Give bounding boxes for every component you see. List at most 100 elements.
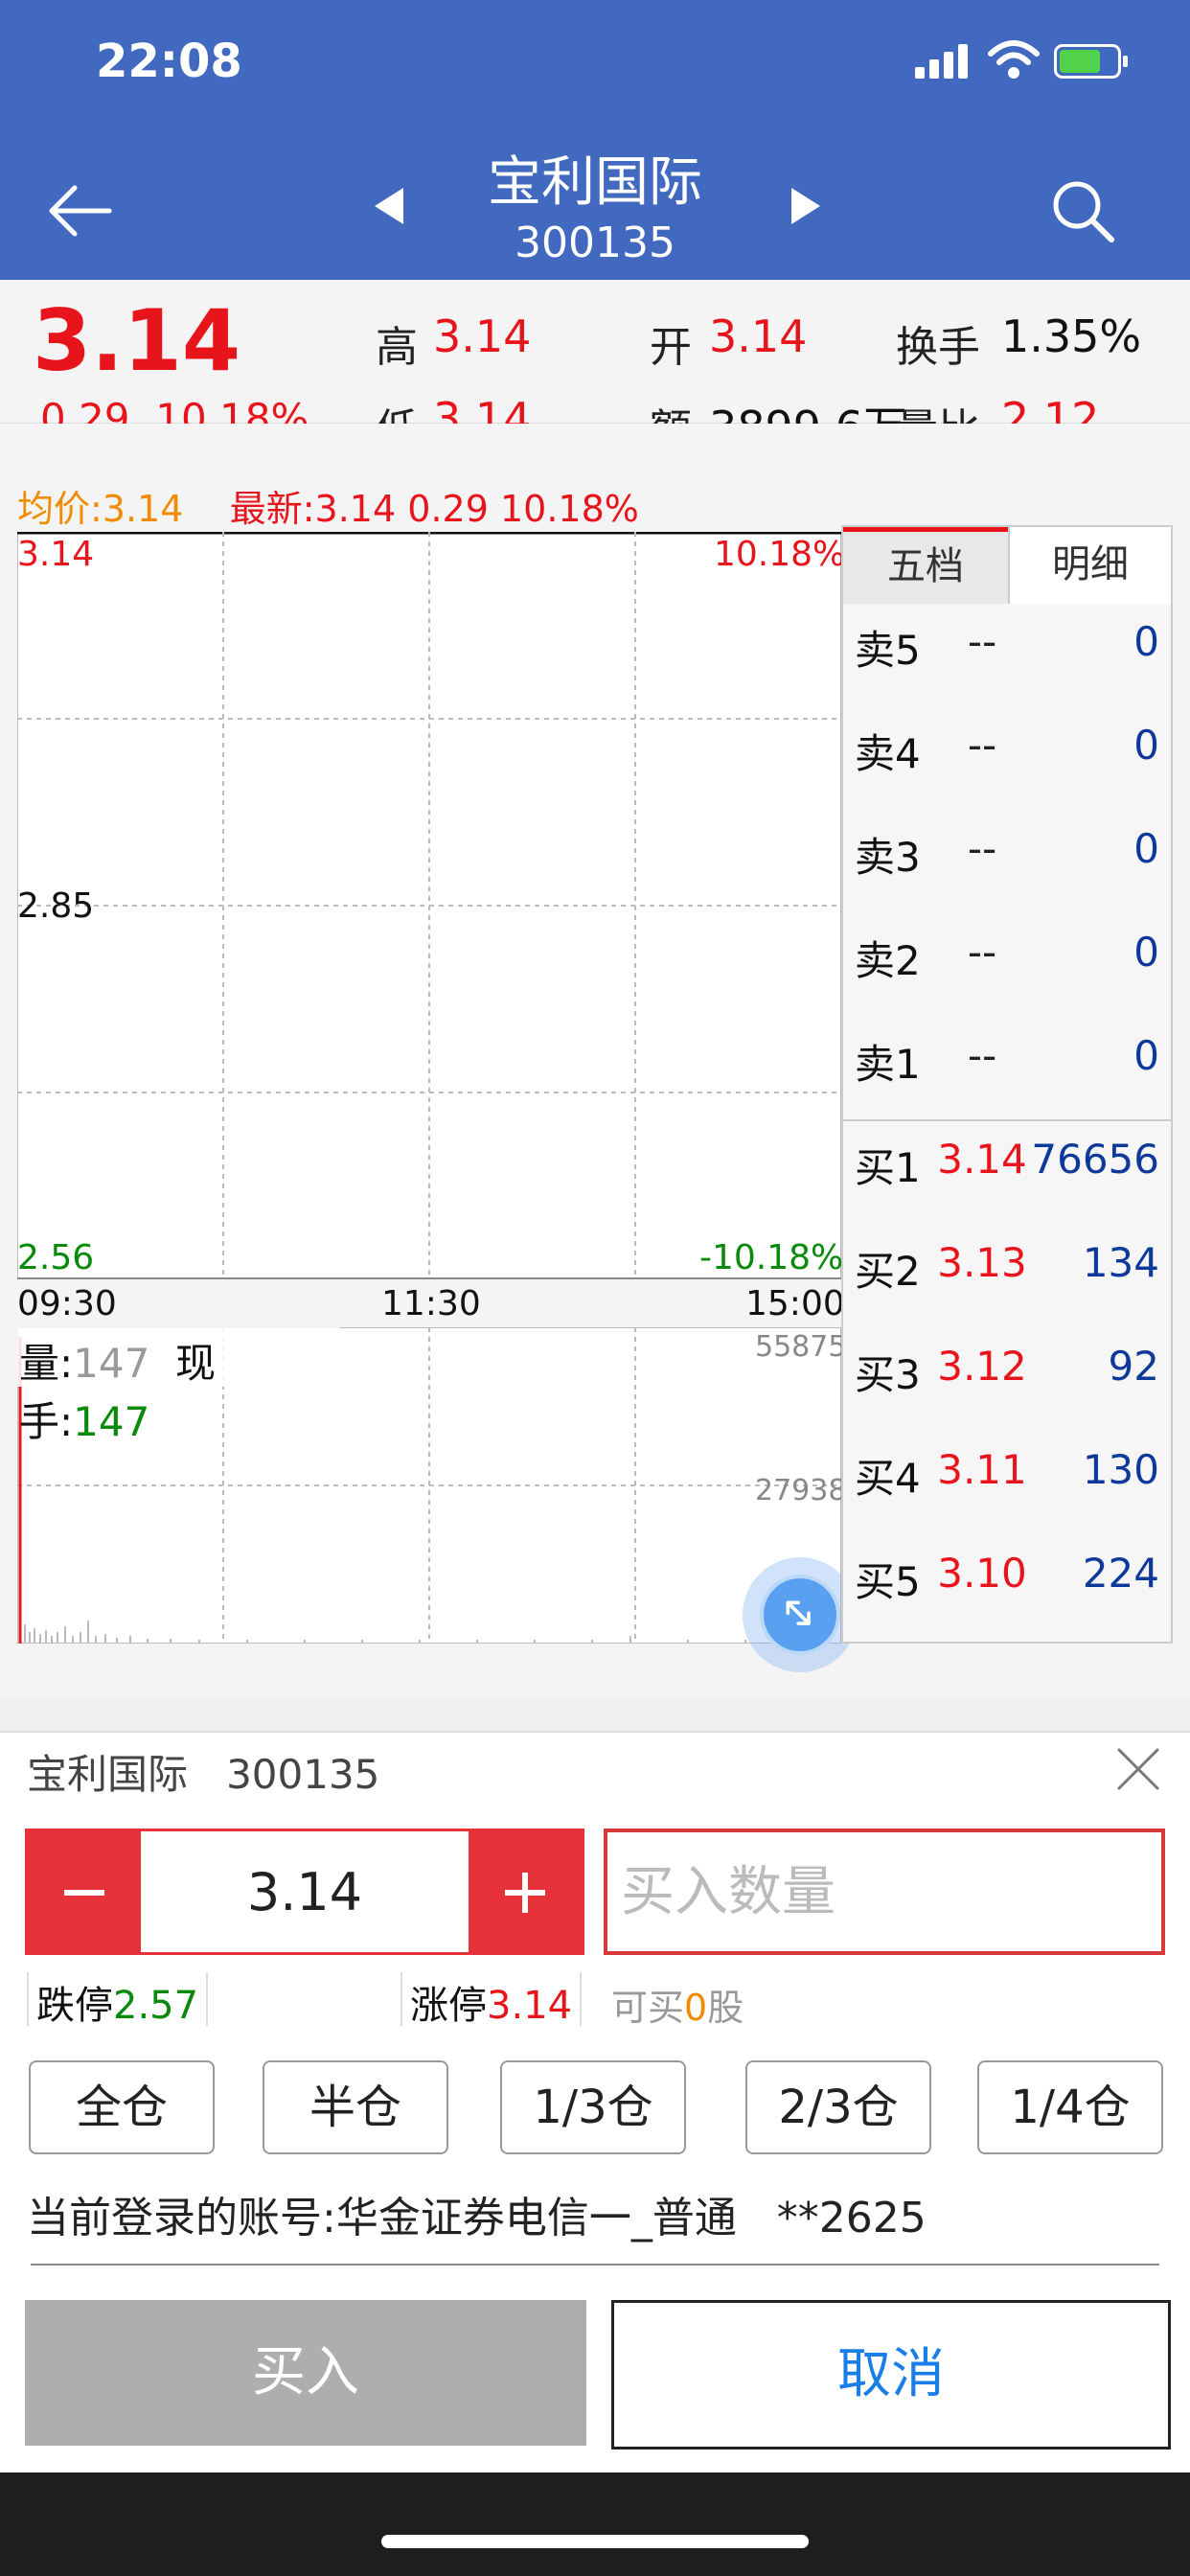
nav-header: 22:08 宝利国际 300135 (0, 0, 1190, 280)
decrease-price-button[interactable] (28, 1831, 141, 1952)
next-stock-icon[interactable] (788, 182, 826, 230)
vol-label: 量: (19, 1340, 74, 1387)
position-third-button[interactable]: 1/3仓 (500, 2060, 686, 2154)
bid-volume: 224 (1082, 1550, 1159, 1597)
tab-five-level[interactable]: 五档 (843, 527, 1008, 604)
bid-price: 3.13 (937, 1239, 1027, 1286)
time-end: 15:00 (745, 1284, 845, 1323)
price-input[interactable] (141, 1831, 469, 1952)
increase-price-button[interactable] (469, 1831, 582, 1952)
position-full-button[interactable]: 全仓 (29, 2060, 215, 2154)
bid-label: 买5 (855, 1558, 921, 1605)
vol-value: 147 (73, 1340, 150, 1387)
pct-axis-top: 10.18% (714, 535, 846, 574)
bid-price: 3.10 (937, 1550, 1027, 1597)
bid-price: 3.11 (937, 1446, 1027, 1493)
ask-row: 卖4 -- 0 (843, 722, 1171, 779)
open-value: 3.14 (709, 310, 808, 362)
account-number: **2625 (776, 2194, 927, 2242)
current-price: 3.14 (33, 291, 241, 390)
chart-info-line: 均价:3.14 最新:3.14 0.29 10.18% (17, 479, 639, 532)
bid-label: 买4 (855, 1455, 921, 1502)
y-axis-bottom: 2.56 (17, 1238, 95, 1277)
ask-row: 卖3 -- 0 (843, 825, 1171, 883)
bid-row: 买2 3.13 134 (843, 1239, 1171, 1297)
ask-price: -- (967, 1032, 997, 1079)
cancel-button[interactable]: 取消 (611, 2300, 1171, 2450)
can-buy-suffix: 股 (707, 1987, 744, 2029)
turnover-value: 1.35% (1001, 310, 1142, 362)
trade-stock-code: 300135 (226, 1751, 380, 1798)
bid-row: 买1 3.14 76656 (843, 1136, 1171, 1193)
bid-label: 买2 (855, 1248, 921, 1295)
avg-price: 均价:3.14 (17, 488, 184, 530)
time-mid: 11:30 (381, 1284, 481, 1323)
quantity-input[interactable] (604, 1828, 1165, 1955)
expand-chart-button[interactable] (743, 1557, 858, 1672)
limit-down-label: 跌停 (36, 1984, 113, 2028)
ask-volume: 0 (1133, 825, 1159, 872)
can-buy-info: 可买0股 (611, 1978, 744, 2031)
divider (31, 2264, 1159, 2266)
ask-price: -- (967, 722, 997, 769)
latest-change: 0.29 (407, 488, 489, 530)
buy-button[interactable]: 买入 (25, 2300, 586, 2446)
cell-signal-icon (915, 44, 971, 79)
expand-icon (786, 1600, 811, 1625)
trade-stock-title: 宝利国际 300135 (27, 1742, 379, 1801)
bid-row: 买3 3.12 92 (843, 1343, 1171, 1400)
ask-label: 卖3 (855, 834, 921, 881)
turnover-label: 换手 (896, 323, 980, 372)
vol-axis-mid: 27938 (755, 1474, 847, 1507)
book-divider (843, 1119, 1171, 1121)
bid-row: 买4 3.11 130 (843, 1446, 1171, 1504)
limit-down-value: 2.57 (113, 1984, 199, 2028)
home-indicator[interactable] (381, 2535, 809, 2548)
ask-price: -- (967, 618, 997, 665)
intraday-price-chart[interactable] (17, 532, 841, 1279)
close-icon[interactable] (1111, 1742, 1165, 1796)
bid-row: 买5 3.10 224 (843, 1550, 1171, 1607)
ask-row: 卖1 -- 0 (843, 1032, 1171, 1090)
position-half-button[interactable]: 半仓 (263, 2060, 448, 2154)
account-info: 当前登录的账号:华金证券电信一_普通 **2625 (27, 2183, 927, 2244)
bid-volume: 130 (1082, 1446, 1159, 1493)
limit-down-chip: 跌停2.57 (27, 1972, 209, 2028)
high-value: 3.14 (433, 310, 532, 362)
high-label: 高 (376, 323, 418, 372)
bid-label: 买1 (855, 1144, 921, 1191)
pct-axis-bottom: -10.18% (699, 1238, 844, 1277)
limit-up-label: 涨停 (410, 1984, 487, 2028)
latest-price: 最新:3.14 (229, 488, 397, 530)
bid-label: 买3 (855, 1351, 921, 1398)
bid-volume: 92 (1108, 1343, 1159, 1390)
bid-volume: 76656 (1031, 1136, 1159, 1183)
can-buy-prefix: 可买 (611, 1987, 685, 2029)
hand-value: 147 (73, 1398, 150, 1445)
search-icon[interactable] (1044, 172, 1121, 249)
stock-name-title: 宝利国际 (488, 151, 702, 214)
trade-stock-name: 宝利国际 (27, 1751, 189, 1798)
bid-price: 3.12 (937, 1343, 1027, 1390)
ask-label: 卖5 (855, 627, 921, 674)
volume-readout: 量:147 现手:147 (17, 1327, 339, 1445)
back-arrow-icon[interactable] (42, 172, 119, 249)
y-axis-top: 3.14 (17, 535, 95, 574)
account-text: 当前登录的账号:华金证券电信一_普通 (27, 2194, 737, 2242)
ask-label: 卖4 (855, 730, 921, 777)
position-two-thirds-button[interactable]: 2/3仓 (745, 2060, 931, 2154)
stock-code-title: 300135 (515, 218, 675, 267)
ask-row: 卖2 -- 0 (843, 929, 1171, 986)
can-buy-value: 0 (684, 1987, 708, 2029)
bid-volume: 134 (1082, 1239, 1159, 1286)
status-time: 22:08 (96, 34, 242, 88)
ask-price: -- (967, 825, 997, 872)
ask-row: 卖5 -- 0 (843, 618, 1171, 676)
limit-up-chip: 涨停3.14 (400, 1972, 583, 2028)
ask-volume: 0 (1133, 929, 1159, 976)
tab-detail[interactable]: 明细 (1008, 527, 1171, 604)
panel-separator (0, 1698, 1190, 1733)
ask-volume: 0 (1133, 618, 1159, 665)
position-quarter-button[interactable]: 1/4仓 (977, 2060, 1163, 2154)
time-start: 09:30 (17, 1284, 117, 1323)
